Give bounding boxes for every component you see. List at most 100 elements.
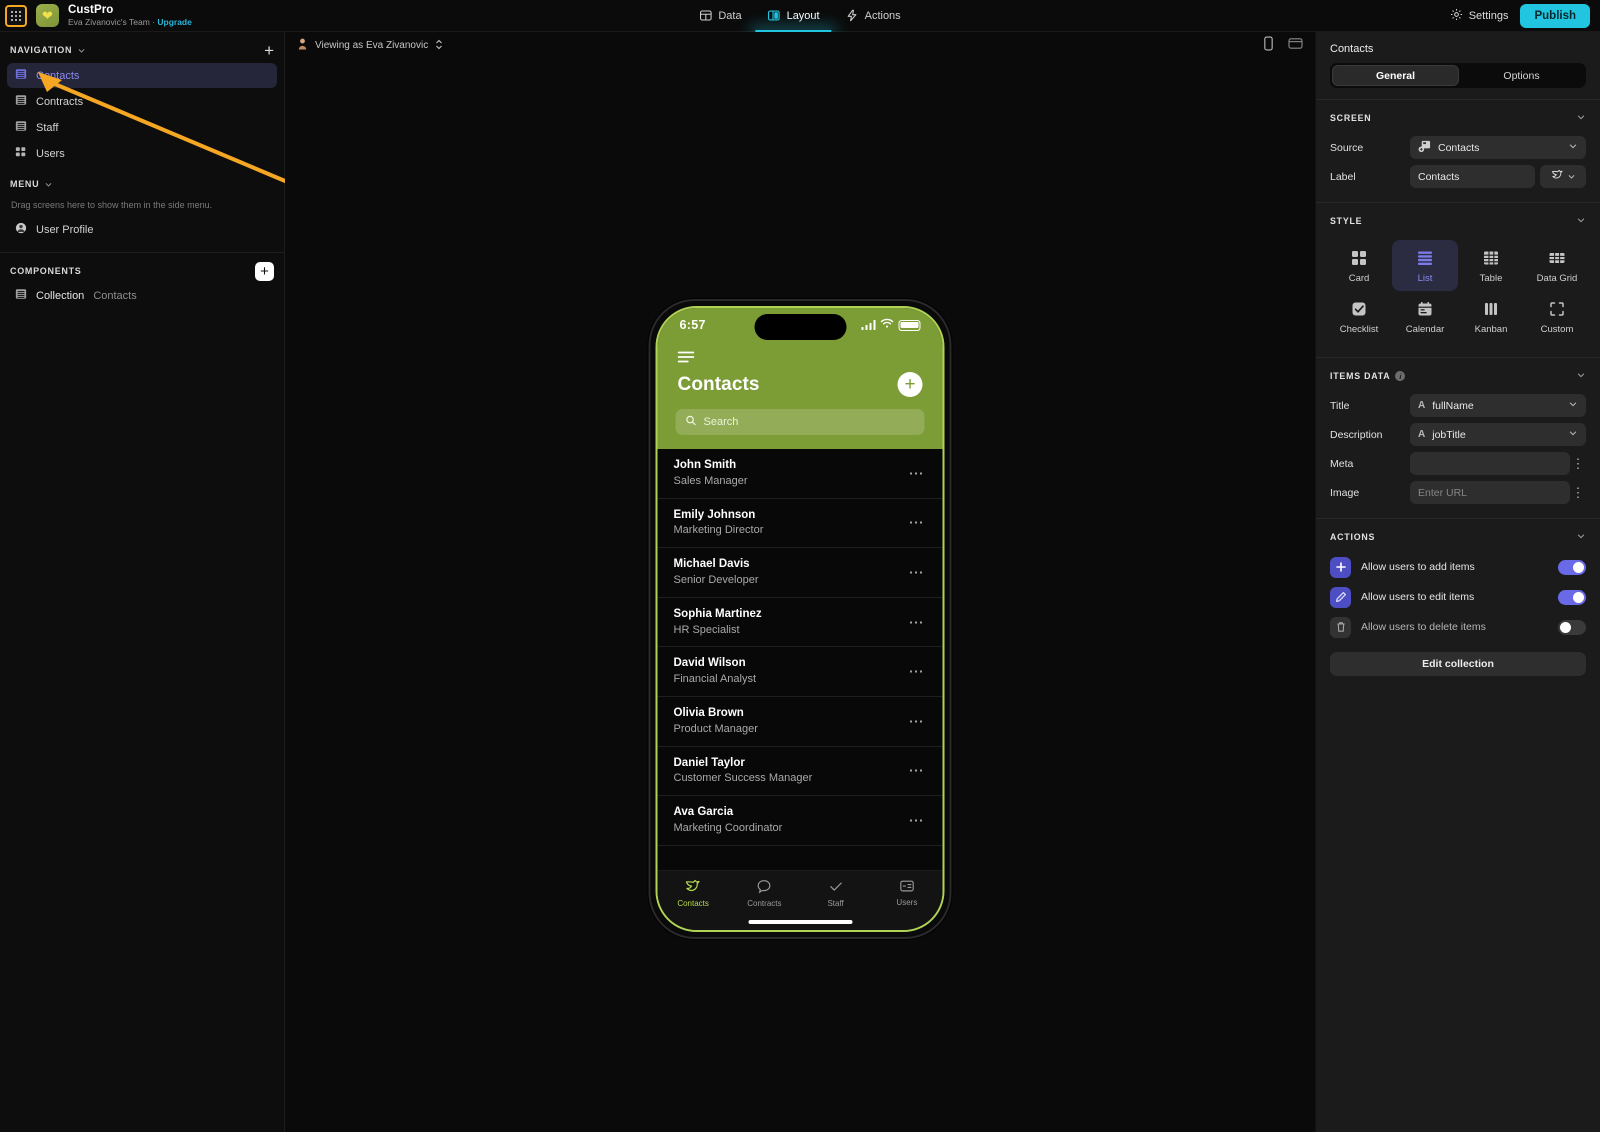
components-title: COMPONENTS bbox=[10, 266, 82, 276]
settings-button[interactable]: Settings bbox=[1450, 8, 1508, 24]
list-item[interactable]: Sophia Martinez HR Specialist ⋯ bbox=[657, 598, 943, 648]
phone-tab-staff[interactable]: Staff bbox=[800, 879, 871, 908]
title-field-select[interactable]: A fullName bbox=[1410, 394, 1586, 417]
ellipsis-icon[interactable]: ⋯ bbox=[909, 515, 929, 530]
chevron-down-icon[interactable] bbox=[1576, 528, 1586, 546]
description-field-row: Description A jobTitle bbox=[1316, 420, 1600, 449]
pencil-icon bbox=[1330, 586, 1351, 608]
list-item[interactable]: Michael Davis Senior Developer ⋯ bbox=[657, 548, 943, 598]
style-section-header[interactable]: STYLE bbox=[1316, 203, 1600, 236]
add-component-button[interactable]: + bbox=[255, 261, 274, 281]
navigation-section-header[interactable]: NAVIGATION + bbox=[0, 38, 284, 62]
list-item[interactable]: David Wilson Financial Analyst ⋯ bbox=[657, 647, 943, 698]
list-item[interactable]: John Smith Sales Manager ⋯ bbox=[657, 449, 943, 499]
phone-search-input[interactable]: Search bbox=[675, 409, 925, 435]
tab-actions[interactable]: Actions bbox=[846, 0, 901, 32]
style-option-calendar[interactable]: Calendar bbox=[1392, 291, 1458, 342]
view-mode-toggles bbox=[1263, 36, 1303, 56]
list-item-description: Customer Success Manager bbox=[673, 772, 813, 785]
data-source-icon bbox=[1418, 140, 1431, 156]
tab-general[interactable]: General bbox=[1332, 65, 1459, 86]
style-option-kanban[interactable]: Kanban bbox=[1458, 291, 1524, 342]
source-row: Source Contacts bbox=[1316, 133, 1600, 162]
style-option-data-grid[interactable]: Data Grid bbox=[1524, 240, 1590, 291]
hamburger-menu-icon[interactable] bbox=[658, 342, 943, 368]
ellipsis-icon[interactable]: ⋯ bbox=[909, 565, 929, 580]
upgrade-link[interactable]: Upgrade bbox=[157, 17, 191, 27]
actions-section-header[interactable]: ACTIONS bbox=[1316, 519, 1600, 552]
phone-tab-label: Staff bbox=[827, 899, 844, 908]
ellipsis-icon[interactable]: ⋯ bbox=[909, 714, 929, 729]
list-item-text: Michael Davis Senior Developer bbox=[674, 556, 909, 589]
ellipsis-icon[interactable]: ⋯ bbox=[909, 615, 929, 630]
add-screen-button[interactable]: + bbox=[264, 42, 274, 59]
mobile-device-icon[interactable] bbox=[1263, 36, 1274, 56]
style-option-list[interactable]: List bbox=[1392, 240, 1458, 291]
list-item[interactable]: Emily Johnson Marketing Director ⋯ bbox=[657, 499, 943, 549]
allow-delete-items-toggle[interactable] bbox=[1558, 619, 1586, 635]
ellipsis-icon[interactable]: ⋯ bbox=[909, 813, 929, 828]
list-item[interactable]: Olivia Brown Product Manager ⋯ bbox=[657, 697, 943, 747]
screen-section-header[interactable]: SCREEN bbox=[1316, 100, 1600, 133]
meta-field-input[interactable] bbox=[1410, 452, 1570, 475]
menu-drag-hint: Drag screens here to show them in the si… bbox=[11, 200, 213, 210]
sidebar-item-users[interactable]: Users bbox=[7, 141, 277, 166]
list-item[interactable]: Daniel Taylor Customer Success Manager ⋯ bbox=[657, 747, 943, 797]
description-field-select[interactable]: A jobTitle bbox=[1410, 423, 1586, 446]
sidebar-item-contacts[interactable]: Contacts bbox=[7, 63, 277, 88]
grid-apps-icon[interactable] bbox=[5, 4, 27, 27]
allow-edit-items-toggle[interactable] bbox=[1558, 589, 1586, 605]
style-option-card[interactable]: Card bbox=[1326, 240, 1392, 291]
chevron-down-icon[interactable] bbox=[1576, 109, 1586, 127]
list-item-description: Marketing Coordinator bbox=[673, 821, 783, 834]
info-icon[interactable]: i bbox=[1395, 371, 1406, 381]
meta-field-menu-icon[interactable]: ⋮ bbox=[1570, 456, 1586, 472]
image-field-menu-icon[interactable]: ⋮ bbox=[1570, 485, 1586, 501]
phone-tab-contracts[interactable]: Contracts bbox=[729, 879, 800, 908]
menu-section-header[interactable]: MENU bbox=[0, 172, 284, 196]
label-controls: Contacts bbox=[1410, 165, 1586, 188]
phone-tab-contacts[interactable]: Contacts bbox=[658, 879, 729, 908]
source-select[interactable]: Contacts bbox=[1410, 136, 1586, 159]
canvas-stage: 6:57 Contacts + Search John Smith Sales … bbox=[285, 59, 1315, 1132]
list-item[interactable]: Ava Garcia Marketing Coordinator ⋯ bbox=[657, 796, 943, 846]
phone-tab-users[interactable]: Users bbox=[871, 879, 942, 908]
up-down-chevron-icon[interactable] bbox=[435, 39, 443, 53]
chevron-down-icon[interactable] bbox=[1576, 212, 1586, 230]
style-option-table[interactable]: Table bbox=[1458, 240, 1524, 291]
image-field-input[interactable]: Enter URL bbox=[1410, 481, 1570, 504]
desktop-device-icon[interactable] bbox=[1288, 37, 1303, 55]
style-option-custom[interactable]: Custom bbox=[1524, 291, 1590, 342]
label-icon-picker[interactable] bbox=[1540, 165, 1586, 188]
viewing-as-selector[interactable]: Viewing as Eva Zivanovic bbox=[297, 38, 443, 53]
chevron-down-icon[interactable] bbox=[1576, 367, 1586, 385]
publish-button[interactable]: Publish bbox=[1520, 3, 1590, 28]
list-item-title: Daniel Taylor bbox=[673, 756, 745, 769]
edit-collection-button[interactable]: Edit collection bbox=[1330, 652, 1586, 676]
ellipsis-icon[interactable]: ⋯ bbox=[909, 664, 929, 679]
sidebar-item-staff[interactable]: Staff bbox=[7, 115, 277, 140]
allow-add-items-row: Allow users to add items bbox=[1316, 552, 1600, 582]
sidebar-item-user-profile[interactable]: User Profile bbox=[7, 217, 277, 242]
label-input[interactable]: Contacts bbox=[1410, 165, 1535, 188]
chevron-down-icon[interactable] bbox=[77, 46, 86, 55]
ellipsis-icon[interactable]: ⋯ bbox=[909, 763, 929, 778]
tab-options[interactable]: Options bbox=[1459, 65, 1584, 86]
chevron-down-icon[interactable] bbox=[44, 180, 53, 189]
list-item-title: John Smith bbox=[673, 459, 737, 471]
tab-data[interactable]: Data bbox=[699, 0, 742, 32]
wifi-icon bbox=[880, 316, 894, 334]
plus-circle-icon[interactable]: + bbox=[897, 372, 923, 397]
allow-add-items-toggle[interactable] bbox=[1558, 559, 1586, 575]
component-item-collection[interactable]: Collection Contacts bbox=[0, 283, 284, 308]
screen-section-title: SCREEN bbox=[1330, 113, 1372, 123]
items-data-section-header[interactable]: ITEMS DATA i bbox=[1316, 358, 1600, 391]
app-logo-icon[interactable]: ❤ bbox=[36, 4, 59, 27]
tab-layout[interactable]: Layout bbox=[755, 0, 832, 32]
ellipsis-icon[interactable]: ⋯ bbox=[909, 466, 929, 481]
list-screen-icon bbox=[15, 94, 27, 109]
phone-preview: 6:57 Contacts + Search John Smith Sales … bbox=[648, 299, 952, 939]
sidebar-item-contracts[interactable]: Contracts bbox=[7, 89, 277, 114]
top-bar: ❤ CustPro Eva Zivanovic's Team · Upgrade… bbox=[0, 0, 1600, 32]
style-option-checklist[interactable]: Checklist bbox=[1326, 291, 1392, 342]
